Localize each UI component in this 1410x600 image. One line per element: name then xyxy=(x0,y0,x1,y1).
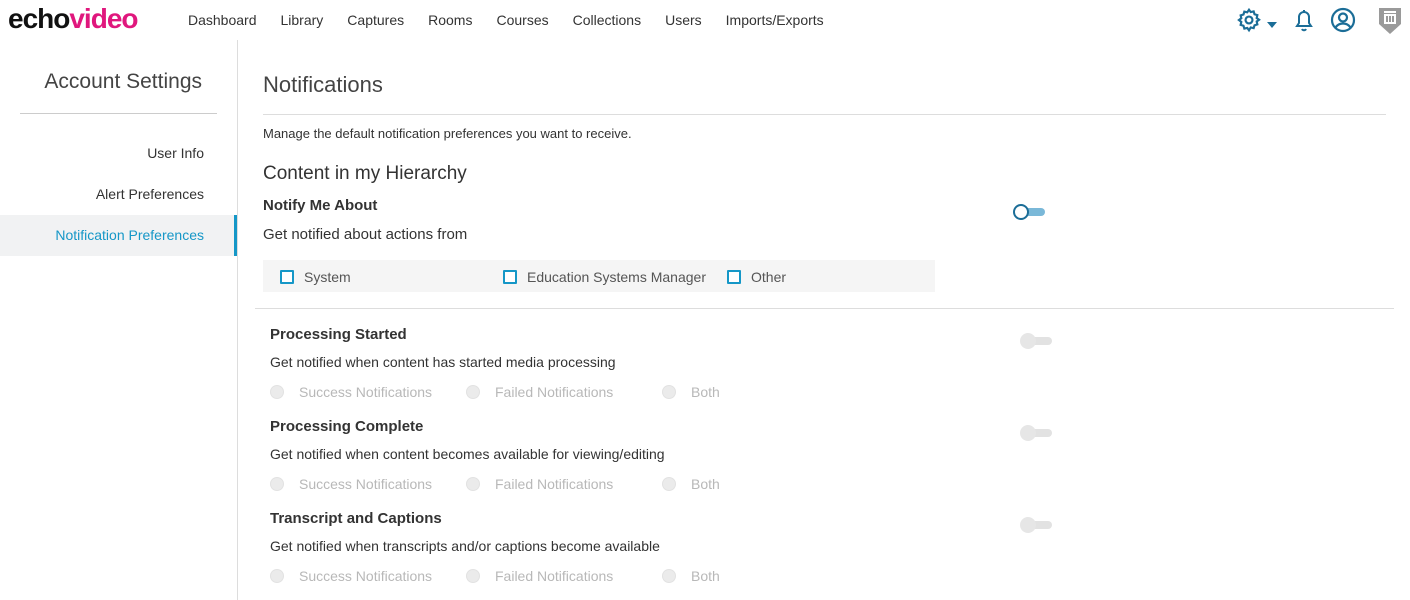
logo-video-text: video xyxy=(69,3,138,34)
radio-circle xyxy=(466,385,480,399)
radio-label: Failed Notifications xyxy=(495,384,614,400)
radio-circle xyxy=(662,569,676,583)
checkbox-label: Education Systems Manager xyxy=(527,269,706,285)
notify-me-heading: Notify Me About xyxy=(263,197,378,214)
user-circle-icon[interactable] xyxy=(1330,7,1356,38)
processing-complete-toggle[interactable] xyxy=(1020,424,1054,442)
checkbox-label: System xyxy=(304,269,351,285)
page-description: Manage the default notification preferen… xyxy=(263,126,632,141)
toggle-knob xyxy=(1020,333,1036,349)
checkbox-education-systems-manager[interactable]: Education Systems Manager xyxy=(503,269,706,285)
echovideo-logo[interactable]: echovideo xyxy=(8,3,139,35)
radio-label: Success Notifications xyxy=(299,384,433,400)
gear-icon[interactable] xyxy=(1236,7,1262,38)
sidebar-item-user-info[interactable]: User Info xyxy=(0,133,237,174)
notifications-panel: Notifications Manage the default notific… xyxy=(238,40,1410,600)
nav-users[interactable]: Users xyxy=(665,12,702,28)
source-checkbox-group: System Education Systems Manager Other xyxy=(263,260,935,292)
toggle-knob xyxy=(1020,425,1036,441)
checkbox-box xyxy=(727,270,741,284)
radio-label: Both xyxy=(691,476,720,492)
processing-complete-radio-success[interactable]: Success Notifications xyxy=(270,476,432,492)
nav-library[interactable]: Library xyxy=(281,12,324,28)
processing-started-toggle[interactable] xyxy=(1020,332,1054,350)
processing-complete-radio-both[interactable]: Both xyxy=(662,476,720,492)
notify-me-subtext: Get notified about actions from xyxy=(263,226,468,243)
title-divider xyxy=(263,114,1386,115)
section-divider xyxy=(255,308,1394,309)
radio-circle xyxy=(270,477,284,491)
sidebar-item-notification-preferences[interactable]: Notification Preferences xyxy=(0,215,237,256)
transcript-captions-subtext: Get notified when transcripts and/or cap… xyxy=(270,538,660,554)
processing-started-radio-failed[interactable]: Failed Notifications xyxy=(466,384,613,400)
nav-rooms[interactable]: Rooms xyxy=(428,12,472,28)
processing-complete-heading: Processing Complete xyxy=(270,418,424,435)
top-navigation-bar: echovideo Dashboard Library Captures Roo… xyxy=(0,0,1410,40)
processing-started-radio-both[interactable]: Both xyxy=(662,384,720,400)
top-icon-group xyxy=(1210,6,1410,36)
sidebar-item-alert-preferences[interactable]: Alert Preferences xyxy=(0,174,237,215)
radio-label: Both xyxy=(691,568,720,584)
processing-started-radio-success[interactable]: Success Notifications xyxy=(270,384,432,400)
radio-circle xyxy=(466,569,480,583)
account-settings-sidebar: Account Settings User Info Alert Prefere… xyxy=(0,40,238,600)
radio-circle xyxy=(662,477,676,491)
shield-badge-icon[interactable] xyxy=(1377,6,1403,41)
processing-started-subtext: Get notified when content has started me… xyxy=(270,354,616,370)
transcript-captions-toggle[interactable] xyxy=(1020,516,1054,534)
toggle-knob xyxy=(1013,204,1029,220)
radio-label: Failed Notifications xyxy=(495,568,614,584)
nav-dashboard[interactable]: Dashboard xyxy=(188,12,257,28)
nav-collections[interactable]: Collections xyxy=(573,12,641,28)
nav-courses[interactable]: Courses xyxy=(496,12,548,28)
checkbox-box xyxy=(503,270,517,284)
checkbox-system[interactable]: System xyxy=(280,269,351,285)
transcript-captions-radio-failed[interactable]: Failed Notifications xyxy=(466,568,613,584)
checkbox-other[interactable]: Other xyxy=(727,269,786,285)
checkbox-box xyxy=(280,270,294,284)
processing-complete-radio-failed[interactable]: Failed Notifications xyxy=(466,476,613,492)
transcript-captions-radio-success[interactable]: Success Notifications xyxy=(270,568,432,584)
sidebar-divider xyxy=(20,113,217,114)
page-title: Notifications xyxy=(263,72,383,97)
radio-circle xyxy=(270,385,284,399)
sidebar-title: Account Settings xyxy=(44,70,202,93)
radio-label: Success Notifications xyxy=(299,476,433,492)
logo-echo-text: echo xyxy=(8,3,70,34)
processing-complete-subtext: Get notified when content becomes availa… xyxy=(270,446,665,462)
section-title: Content in my Hierarchy xyxy=(263,163,467,184)
radio-circle xyxy=(662,385,676,399)
transcript-captions-heading: Transcript and Captions xyxy=(270,510,442,527)
radio-label: Success Notifications xyxy=(299,568,433,584)
caret-down-icon[interactable] xyxy=(1266,16,1278,34)
transcript-captions-radio-both[interactable]: Both xyxy=(662,568,720,584)
radio-label: Failed Notifications xyxy=(495,476,614,492)
notify-me-toggle[interactable] xyxy=(1013,203,1047,221)
bell-icon[interactable] xyxy=(1292,7,1316,38)
radio-circle xyxy=(270,569,284,583)
toggle-knob xyxy=(1020,517,1036,533)
main-nav: Dashboard Library Captures Rooms Courses… xyxy=(188,12,848,28)
radio-label: Both xyxy=(691,384,720,400)
nav-captures[interactable]: Captures xyxy=(347,12,404,28)
nav-imports-exports[interactable]: Imports/Exports xyxy=(726,12,824,28)
processing-started-heading: Processing Started xyxy=(270,326,407,343)
checkbox-label: Other xyxy=(751,269,787,285)
radio-circle xyxy=(466,477,480,491)
